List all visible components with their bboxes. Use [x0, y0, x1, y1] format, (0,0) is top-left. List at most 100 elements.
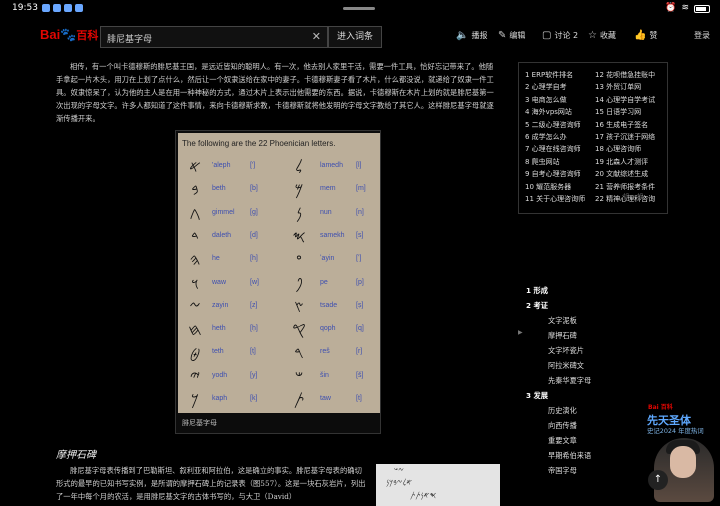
favorite-button[interactable]: ☆ 收藏 — [588, 30, 616, 41]
app-notif-icon — [64, 4, 72, 12]
related-search-item[interactable]: 14 心理学自学考试 — [595, 94, 655, 106]
related-searches: 1 ERP软件排名 2 心理学自考 3 电商怎么做 4 海外vps网站 5 二级心理咨询… — [518, 62, 668, 214]
letter-glyph: 𐤏 — [296, 250, 302, 270]
letter-row: 𐤉 yodh [y] 𐤔 šin [š] — [178, 367, 378, 389]
phoenician-letters-figure[interactable]: The following are the 22 Phoenician lett… — [175, 130, 381, 434]
related-search-item[interactable]: 1 ERP软件排名 — [525, 69, 585, 81]
promo-subtitle: 史记2024 年度热词 — [647, 427, 704, 435]
like-button[interactable]: 👍 赞 — [634, 30, 657, 41]
toc-subsection[interactable]: 重要文章 — [518, 433, 628, 448]
related-search-item[interactable]: 11 关于心理咨询师 — [525, 193, 585, 205]
letter-name: daleth — [212, 231, 232, 239]
letter-row: 𐤅 waw [w] 𐤐 pe [p] — [178, 274, 378, 296]
nav-label: 收藏 — [599, 31, 616, 40]
letter-row: 𐤂 gimmel [g] 𐤍 nun [n] — [178, 204, 378, 226]
toc-subsection[interactable]: 向西传播 — [518, 418, 628, 433]
letter-glyph: 𐤓 — [294, 343, 304, 363]
letter-name: he — [212, 255, 220, 263]
toc-subsection[interactable]: 文字泥板 — [518, 313, 628, 328]
letter-name: tsade — [320, 301, 338, 309]
letter-name: heth — [212, 325, 226, 333]
letter-name: lamedh — [320, 162, 343, 169]
letter-glyph: 𐤃 — [191, 226, 199, 246]
drag-handle[interactable] — [343, 7, 375, 10]
letter-sound: [r] — [356, 348, 363, 356]
letter-name: beth — [212, 185, 226, 193]
related-search-item[interactable]: 10 耀范服务器 — [525, 181, 585, 193]
toc-section[interactable]: 3 发展 — [518, 388, 628, 403]
toc-subsection[interactable]: 阿拉米碑文 — [518, 358, 628, 373]
toc-subsection[interactable]: 摩押石碑 — [518, 328, 628, 343]
related-search-item[interactable]: 8 爬虫网站 — [525, 156, 585, 168]
letter-row: 𐤊 kaph [k] 𐤕 taw [t] — [178, 390, 378, 412]
related-search-item[interactable]: 3 电商怎么做 — [525, 94, 585, 106]
edit-button[interactable]: ✎ 编辑 — [498, 30, 525, 41]
app-notif-icon — [75, 4, 83, 12]
letter-sound: [p] — [356, 278, 364, 286]
letter-glyph: 𐤂 — [189, 203, 201, 223]
toc-subsection[interactable]: 先秦华夏字母 — [518, 373, 628, 388]
letter-glyph: 𐤁 — [191, 180, 199, 200]
related-search-item[interactable]: 18 心理咨询师 — [595, 143, 655, 155]
article-paragraph: 腓尼基字母表传播到了巴勒斯坦、叙利亚和阿拉伯，这是确立的事实。腓尼基字母表的确切… — [56, 466, 366, 501]
letter-name: nun — [320, 208, 332, 216]
related-search-item[interactable]: 16 生成电子签名 — [595, 119, 655, 131]
chevron-right-icon: ▶ — [518, 329, 523, 336]
app-notif-icon — [53, 4, 61, 12]
broadcast-button[interactable]: 🔈 播报 — [456, 30, 487, 41]
letter-name: qoph — [320, 325, 336, 333]
letter-glyph: 𐤉 — [189, 366, 201, 386]
letter-name: kaph — [212, 395, 228, 402]
related-search-item[interactable]: 6 成学怎么办 — [525, 131, 585, 143]
letter-glyph: 𐤒 — [292, 320, 306, 340]
letter-row: 𐤃 daleth [d] 𐤎 samekh [s] — [178, 227, 378, 249]
related-search-item[interactable]: 12 花呗借急挂账中 — [595, 69, 655, 81]
related-search-item[interactable]: 13 外贸订单网 — [595, 81, 655, 93]
star-icon: ☆ — [588, 30, 597, 41]
related-search-item[interactable]: 7 心理在线咨询师 — [525, 143, 585, 155]
toc-section[interactable]: 2 考证 — [518, 298, 628, 313]
letter-name: ʻayin — [320, 255, 335, 263]
thumb-line: 𐤎𐤀𐤍𐤕𐤕 — [410, 491, 437, 500]
related-search-item[interactable]: 9 自考心理咨询师 — [525, 168, 585, 180]
related-search-item[interactable]: 5 二级心理咨询师 — [525, 119, 585, 131]
letter-glyph: 𐤎 — [292, 226, 306, 246]
back-to-top-button[interactable]: ↑ — [648, 470, 668, 490]
letter-sound: [d] — [250, 231, 258, 239]
letter-glyph: 𐤕 — [293, 390, 305, 409]
baike-logo[interactable]: Bai🐾百科 — [40, 27, 98, 43]
related-search-item[interactable]: 20 文献综述生成 — [595, 168, 655, 180]
letter-sound: [ʻ] — [356, 255, 362, 263]
related-search-item[interactable]: 4 海外vps网站 — [525, 106, 585, 118]
related-search-item[interactable]: 15 日语学习网 — [595, 106, 655, 118]
toc-subsection[interactable]: 历史演化 — [518, 403, 628, 418]
letter-glyph: 𐤐 — [295, 273, 303, 293]
discuss-button[interactable]: ▢ 讨论 2 — [542, 30, 578, 41]
letter-glyph: 𐤇 — [188, 320, 202, 340]
letter-sound: [ṣ] — [356, 301, 364, 309]
related-search-item[interactable]: 17 孩子沉迷于网络 — [595, 131, 655, 143]
letter-sound: [s] — [356, 231, 364, 239]
status-icons: ⏰ ≋ — [665, 3, 710, 13]
toc-subsection[interactable]: 帝国字母 — [518, 463, 628, 478]
close-icon[interactable]: ✕ — [312, 30, 321, 43]
related-search-item[interactable]: 2 心理学自考 — [525, 81, 585, 93]
nav-label: 讨论 2 — [554, 31, 579, 40]
related-search-item[interactable]: 19 北森人才测评 — [595, 156, 655, 168]
nav-label: 赞 — [649, 31, 658, 40]
moab-stone-thumbnail[interactable]: 𐤆𐤔 𐤀𐤋𐤆𐤁𐤊𐤍 𐤎𐤀𐤍𐤕𐤕 — [376, 464, 500, 506]
refresh-link[interactable]: 换一换 — [623, 192, 644, 202]
toc-subsection[interactable]: 文字坏瓷片 — [518, 343, 628, 358]
app-notif-icon — [42, 4, 50, 12]
search-input[interactable] — [101, 28, 301, 49]
login-button[interactable]: 登录 — [694, 30, 710, 41]
toc-section[interactable]: 1 形成 — [518, 283, 628, 298]
table-of-contents: ▶ 1 形成 2 考证 文字泥板 摩押石碑 文字坏瓷片 阿拉米碑文 先秦华夏字母 3 发展 历史… — [518, 283, 628, 478]
letter-sound: [w] — [250, 278, 259, 286]
letter-glyph: 𐤊 — [190, 390, 199, 409]
promo-banner[interactable]: Bai 百科 先天圣体 史记2024 年度热词 — [644, 400, 720, 506]
section-title: 摩押石碑 — [56, 450, 96, 461]
enter-entry-button[interactable]: 进入词条 — [328, 26, 382, 48]
letter-name: mem — [320, 185, 336, 193]
toc-subsection[interactable]: 早期希伯来语 — [518, 448, 628, 463]
